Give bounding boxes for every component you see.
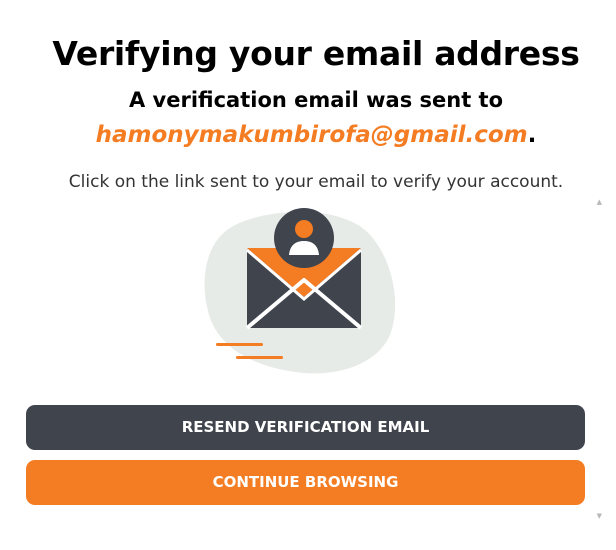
- continue-browsing-button[interactable]: CONTINUE BROWSING: [26, 460, 585, 505]
- scroll-down-icon[interactable]: ▼: [597, 513, 602, 520]
- motion-line-1: [216, 343, 263, 346]
- email-line: hamonymakumbirofa@gmail.com.: [0, 122, 616, 148]
- instructions-text: Click on the link sent to your email to …: [68, 172, 564, 192]
- motion-line-2: [236, 356, 283, 359]
- envelope-with-user-icon: [204, 208, 396, 374]
- avatar-head: [295, 220, 313, 238]
- email-verification-dialog: Verifying your email address A verificat…: [0, 0, 616, 550]
- resend-verification-email-button[interactable]: RESEND VERIFICATION EMAIL: [26, 405, 585, 450]
- page-title: Verifying your email address: [52, 34, 580, 73]
- email-period: .: [527, 122, 537, 148]
- verification-sent-text: A verification email was sent to: [128, 88, 504, 112]
- email-address: hamonymakumbirofa@gmail.com: [95, 122, 528, 148]
- scroll-up-icon[interactable]: ▲: [597, 199, 602, 206]
